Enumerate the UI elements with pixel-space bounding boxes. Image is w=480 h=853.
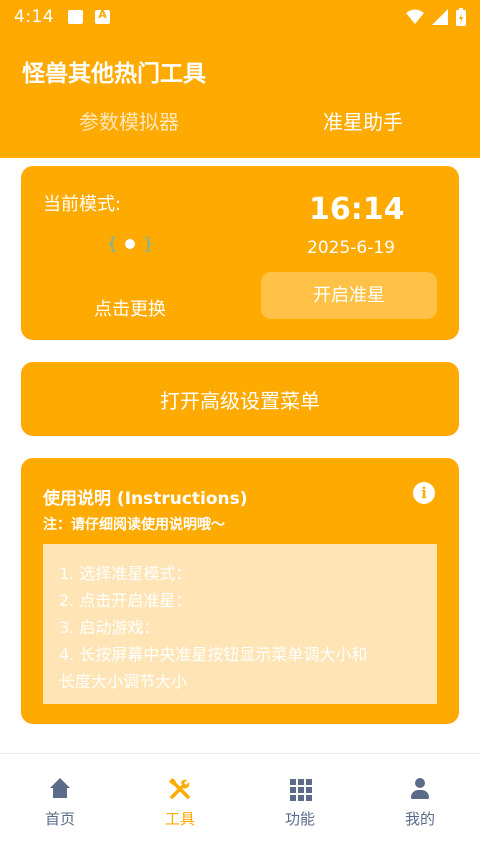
advanced-settings-button[interactable]: 打开高级设置菜单 [21, 362, 459, 436]
tab-bar: 参数模拟器 准星助手 [0, 106, 480, 140]
instruction-step: 3. 启动游戏： [59, 618, 160, 637]
date: 2025-6-19 [307, 238, 395, 258]
nav-profile[interactable]: 我的 [360, 754, 480, 853]
instruction-step: 1. 选择准星模式： [59, 564, 192, 583]
mode-label: 当前模式: [43, 194, 122, 215]
app-header: 怪兽其他热门工具 参数模拟器 准星助手 [0, 34, 480, 158]
nav-home[interactable]: 首页 [0, 754, 120, 853]
instructions-note: 注：请仔细阅读使用说明哦～ [43, 517, 225, 533]
home-icon [49, 778, 71, 800]
crosshair-mode-indicator[interactable]: { } [107, 234, 153, 253]
page-title: 怪兽其他热门工具 [22, 61, 206, 87]
nav-profile-label: 我的 [404, 810, 435, 828]
tools-icon [168, 777, 191, 800]
clock: 16:14 [309, 192, 405, 227]
nav-features[interactable]: 功能 [240, 754, 360, 853]
mode-card: 当前模式: { } 点击更换 16:14 2025-6-19 开启准星 [21, 166, 459, 340]
advanced-settings-label: 打开高级设置菜单 [160, 388, 320, 413]
grid-icon [289, 778, 312, 801]
bottom-nav: 首页 工具 功能 我的 [0, 754, 480, 853]
tab-param-simulator[interactable]: 参数模拟器 [12, 106, 246, 140]
nav-tools[interactable]: 工具 [120, 754, 240, 853]
instructions-card: 使用说明 (Instructions) i 注：请仔细阅读使用说明哦～ 1. 选… [21, 458, 459, 724]
status-bar: 4:14 [0, 0, 480, 34]
start-crosshair-button[interactable]: 开启准星 [261, 272, 437, 319]
switch-mode-button[interactable]: 点击更换 [94, 295, 166, 321]
instruction-step: 长度大小调节大小 [59, 672, 188, 691]
status-time: 4:14 [14, 7, 55, 27]
signal-icon [432, 9, 448, 25]
dot-icon [125, 238, 136, 249]
bracket-right: } [143, 234, 154, 253]
instructions-box: 1. 选择准星模式： 2. 点击开启准星： 3. 启动游戏： 4. 长按屏幕中央… [43, 544, 437, 704]
tab-crosshair-assistant[interactable]: 准星助手 [246, 106, 480, 140]
gallery-icon [68, 10, 84, 24]
bracket-left: { [107, 234, 118, 253]
instruction-step: 4. 长按屏幕中央准星按钮显示菜单调大小和 [59, 645, 368, 664]
wifi-icon [406, 9, 424, 24]
nav-features-label: 功能 [284, 810, 315, 828]
instructions-title: 使用说明 (Instructions) [43, 489, 248, 509]
nav-tools-label: 工具 [164, 810, 195, 828]
battery-icon [456, 8, 466, 26]
user-icon [409, 778, 431, 800]
info-icon[interactable]: i [413, 482, 435, 504]
font-app-icon [95, 8, 111, 24]
nav-home-label: 首页 [44, 810, 75, 828]
instruction-step: 2. 点击开启准星： [59, 591, 192, 610]
